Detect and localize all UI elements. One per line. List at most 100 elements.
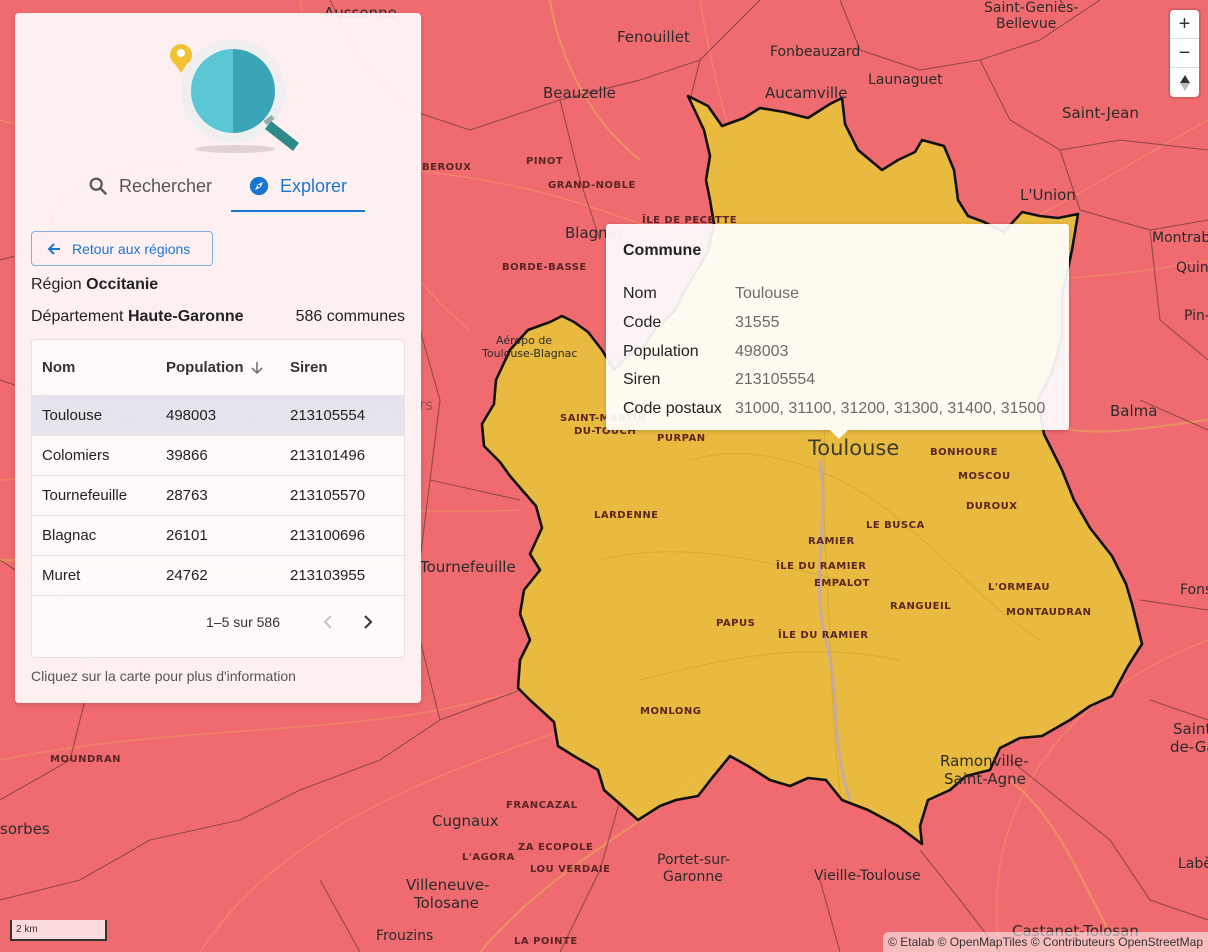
cell-siren: 213105554 xyxy=(290,407,366,424)
zoom-in-button[interactable]: + xyxy=(1170,10,1199,39)
place-label: Cugnaux xyxy=(432,812,499,830)
place-label: Saint-Geniès- xyxy=(984,0,1079,16)
compass-icon xyxy=(249,176,269,196)
place-label: Fenouillet xyxy=(617,28,690,46)
place-label: Aucamville xyxy=(765,84,848,102)
map-scale: 2 km xyxy=(10,920,107,941)
place-label: Launaguet xyxy=(868,72,943,88)
table-row[interactable]: Tournefeuille 28763 213105570 xyxy=(32,476,404,516)
cell-nom: Tournefeuille xyxy=(42,487,128,504)
cell-population: 39866 xyxy=(166,447,208,464)
column-header-population[interactable]: Population xyxy=(156,359,280,376)
tab-label: Rechercher xyxy=(119,175,213,196)
table-row[interactable]: Colomiers 39866 213101496 xyxy=(32,436,404,476)
place-label-toulouse: Toulouse xyxy=(808,436,900,460)
popup-value: Toulouse xyxy=(735,285,800,303)
table-row[interactable]: Muret 24762 213103955 xyxy=(32,556,404,596)
cell-population: 26101 xyxy=(166,527,208,544)
popup-row: Code 31555 xyxy=(623,309,1045,338)
popup-row: Code postaux 31000, 31100, 31200, 31300, … xyxy=(623,395,1045,424)
search-icon xyxy=(89,177,108,196)
hood-label: ÎLE DU RAMIER xyxy=(776,561,867,572)
cell-siren: 213103955 xyxy=(290,567,366,584)
column-header-nom[interactable]: Nom xyxy=(32,359,156,376)
hood-label: LE BUSCA xyxy=(866,520,925,531)
place-label: Balma xyxy=(1110,402,1158,420)
cell-siren: 213100696 xyxy=(290,527,366,544)
column-header-siren[interactable]: Siren xyxy=(280,359,404,376)
popup-row: Nom Toulouse xyxy=(623,280,1045,309)
column-header-label: Population xyxy=(166,359,244,376)
popup-key: Code xyxy=(623,314,662,332)
place-label: Saint xyxy=(1173,720,1208,738)
zoom-controls: + − xyxy=(1170,10,1199,97)
hood-label: ÎLE DU RAMIER xyxy=(778,630,869,641)
hood-label: MOUNDRAN xyxy=(50,754,122,765)
arrow-left-icon xyxy=(47,242,60,255)
hood-label: MONTAUDRAN xyxy=(1006,607,1092,618)
place-label: Pin- xyxy=(1184,308,1208,324)
place-label: Beauzelle xyxy=(543,84,616,102)
place-label: Garonne xyxy=(663,869,723,885)
chevron-right-icon xyxy=(364,615,373,629)
cell-nom: Colomiers xyxy=(42,447,110,464)
popup-key: Siren xyxy=(623,371,661,389)
place-label: Ramonville- xyxy=(940,752,1029,770)
arrow-down-icon xyxy=(250,361,263,374)
table-row[interactable]: Toulouse 498003 213105554 xyxy=(32,396,404,436)
hood-label: LOU VERDAIE xyxy=(530,864,611,875)
place-label: L'Union xyxy=(1020,186,1076,204)
next-page-button[interactable] xyxy=(348,615,388,629)
place-label: Portet-sur- xyxy=(657,852,730,868)
place-label: Quint- xyxy=(1176,260,1208,276)
place-label: sorbes xyxy=(0,820,50,838)
hood-label: DUROUX xyxy=(966,501,1018,512)
cell-siren: 213105570 xyxy=(290,487,366,504)
hood-label: PINOT xyxy=(526,156,564,167)
zoom-out-button[interactable]: − xyxy=(1170,39,1199,68)
place-label: Saint-Agne xyxy=(944,770,1026,788)
hood-label: RANGUEIL xyxy=(890,601,952,612)
reset-north-button[interactable] xyxy=(1170,68,1199,97)
active-tab-indicator xyxy=(231,210,365,212)
table-row[interactable]: Blagnac 26101 213100696 xyxy=(32,516,404,556)
place-label: Fonseg xyxy=(1180,582,1208,598)
place-label: Montrabe xyxy=(1152,230,1208,246)
hood-label: BORDE-BASSE xyxy=(502,262,587,273)
tab-explorer[interactable]: Explorer xyxy=(248,160,347,212)
hood-label: L'ORMEAU xyxy=(988,582,1050,593)
hood-label: PAPUS xyxy=(716,618,756,629)
region-info: Région Occitanie xyxy=(31,276,158,294)
cell-population: 24762 xyxy=(166,567,208,584)
tab-label: Explorer xyxy=(280,175,348,196)
place-label: Villeneuve- xyxy=(406,876,490,894)
map-attribution[interactable]: © Etalab © OpenMapTiles © Contributeurs … xyxy=(883,932,1208,952)
chevron-left-icon xyxy=(323,615,332,629)
place-label: Tournefeuille xyxy=(420,558,516,576)
popup-row: Siren 213105554 xyxy=(623,366,1045,395)
department-label: Département xyxy=(31,308,124,325)
commune-popup: Commune Nom Toulouse Code 31555 Population… xyxy=(606,224,1069,439)
popup-key: Nom xyxy=(623,285,657,303)
previous-page-button[interactable] xyxy=(308,615,348,629)
place-label: Frouzins xyxy=(376,928,434,944)
communes-table: Nom Population Siren Toulouse 498003 213… xyxy=(31,339,405,658)
place-label: Toulouse-Blagnac xyxy=(482,347,578,360)
popup-value: 213105554 xyxy=(735,371,816,389)
region-value: Occitanie xyxy=(86,276,159,293)
hood-label: EMPALOT xyxy=(814,578,870,589)
place-label: Saint-Jean xyxy=(1062,104,1139,122)
popup-title: Commune xyxy=(623,242,702,259)
place-label: Aéropo de xyxy=(496,334,553,347)
popup-key: Code postaux xyxy=(623,400,722,418)
side-panel: Rechercher Explorer Retour aux régions R… xyxy=(15,13,421,703)
tab-rechercher[interactable]: Rechercher xyxy=(87,160,212,212)
commune-count: 586 communes xyxy=(295,308,405,325)
hood-label: GRAND-NOBLE xyxy=(548,180,636,191)
hood-label: LA POINTE xyxy=(514,936,578,947)
pagination-range: 1–5 sur 586 xyxy=(206,614,280,630)
cell-population: 28763 xyxy=(166,487,208,504)
back-to-regions-button[interactable]: Retour aux régions xyxy=(31,231,213,266)
hood-label: MONLONG xyxy=(640,706,702,717)
popup-value: 498003 xyxy=(735,342,789,360)
